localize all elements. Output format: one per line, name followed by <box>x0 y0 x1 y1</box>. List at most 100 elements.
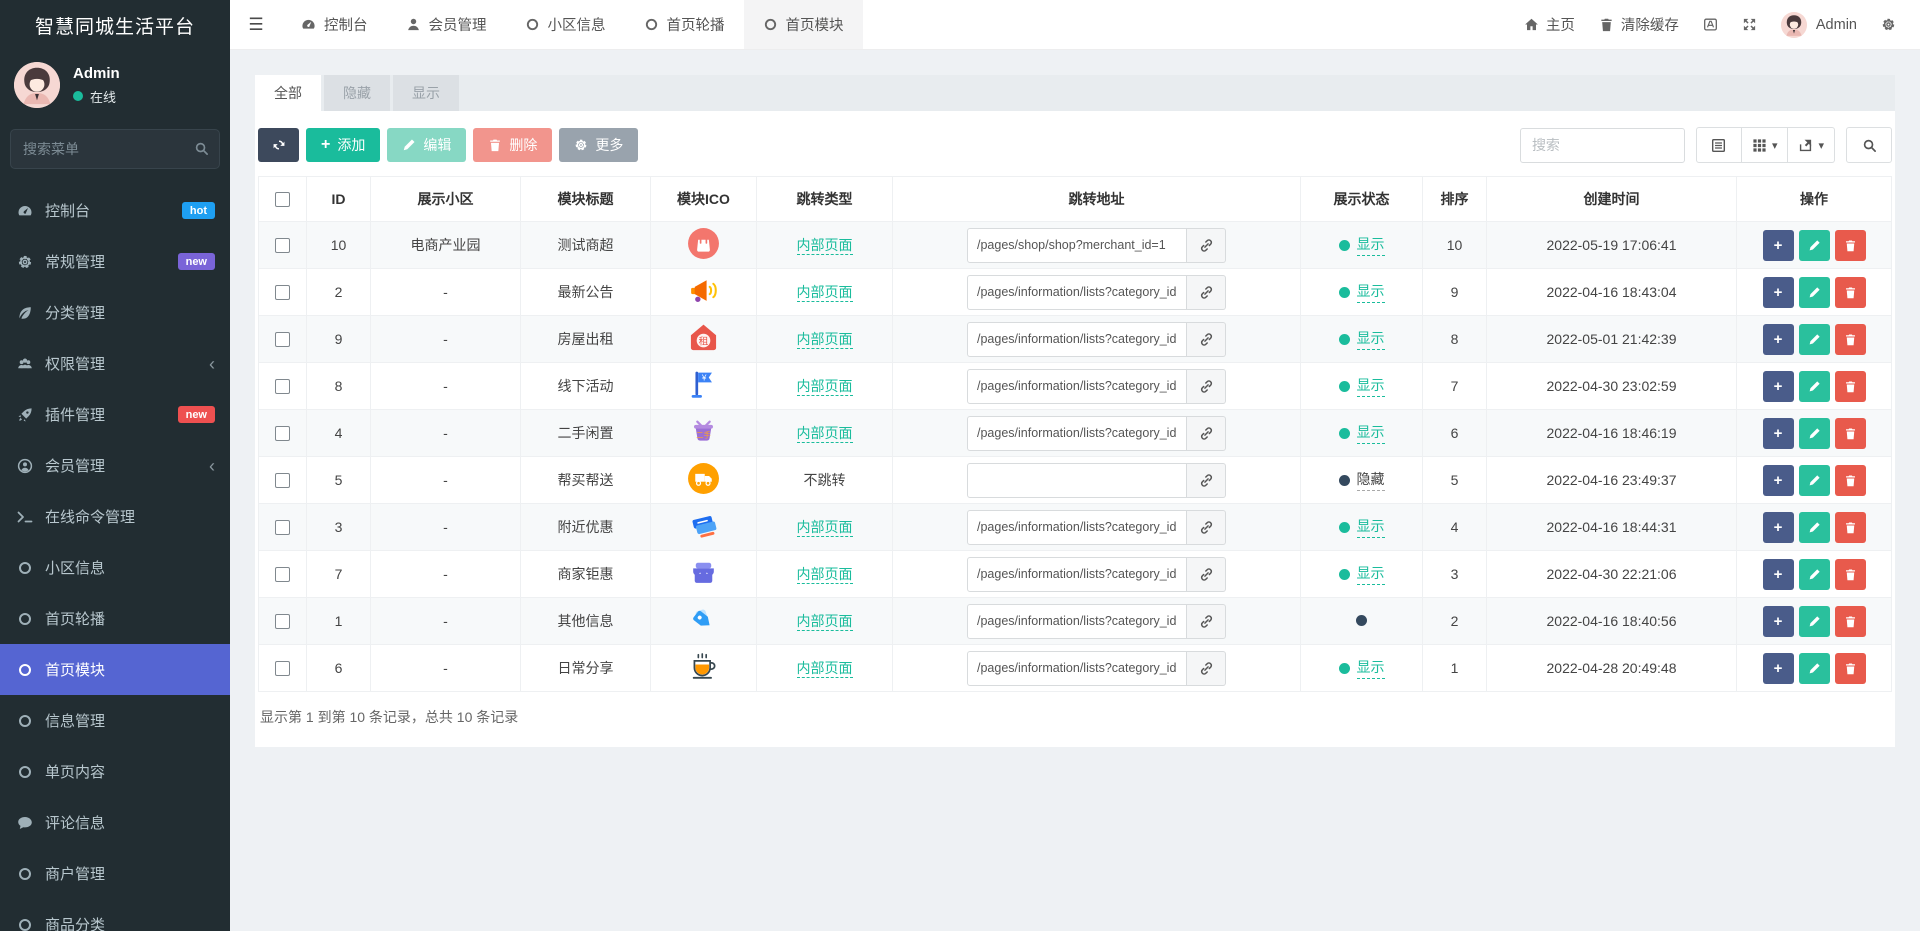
cell-jump-type[interactable]: 内部页面 <box>796 331 853 349</box>
link-button[interactable] <box>1187 368 1226 404</box>
row-add-button[interactable]: + <box>1762 229 1794 261</box>
jump-url-input[interactable] <box>967 274 1187 310</box>
fullscreen-icon[interactable] <box>1742 17 1757 32</box>
sidebar-item[interactable]: 小区信息 <box>0 542 230 593</box>
row-delete-button[interactable] <box>1834 605 1866 637</box>
topbar-tab[interactable]: 会员管理 <box>387 0 506 49</box>
filter-tab[interactable]: 全部 <box>255 75 321 111</box>
link-button[interactable] <box>1187 227 1226 263</box>
filter-tab[interactable]: 隐藏 <box>324 75 390 111</box>
cell-jump-type[interactable]: 内部页面 <box>796 613 853 631</box>
row-edit-button[interactable] <box>1798 323 1830 355</box>
clear-cache-link[interactable]: 清除缓存 <box>1599 14 1679 35</box>
jump-url-input[interactable] <box>967 321 1187 357</box>
filter-tab[interactable]: 显示 <box>393 75 459 111</box>
row-checkbox[interactable] <box>275 520 290 536</box>
status-toggle[interactable]: 显示 <box>1338 234 1385 256</box>
status-toggle[interactable]: 显示 <box>1338 516 1385 538</box>
jump-url-input[interactable] <box>967 556 1187 592</box>
link-button[interactable] <box>1187 650 1226 686</box>
row-checkbox[interactable] <box>275 614 290 630</box>
status-toggle[interactable]: 显示 <box>1338 375 1385 397</box>
row-checkbox[interactable] <box>275 332 290 348</box>
link-button[interactable] <box>1187 462 1226 498</box>
row-delete-button[interactable] <box>1834 417 1866 449</box>
cell-jump-type[interactable]: 内部页面 <box>796 566 853 584</box>
menu-search-input[interactable] <box>10 129 220 169</box>
row-add-button[interactable]: + <box>1762 370 1794 402</box>
detail-view-button[interactable] <box>1695 127 1742 163</box>
status-toggle[interactable]: 隐藏 <box>1338 469 1385 491</box>
row-delete-button[interactable] <box>1834 558 1866 590</box>
status-toggle[interactable] <box>1356 615 1367 626</box>
row-add-button[interactable]: + <box>1762 276 1794 308</box>
row-add-button[interactable]: + <box>1762 417 1794 449</box>
row-edit-button[interactable] <box>1798 417 1830 449</box>
status-toggle[interactable]: 显示 <box>1338 422 1385 444</box>
link-button[interactable] <box>1187 509 1226 545</box>
sidebar-item[interactable]: 权限管理 ‹ <box>0 338 230 389</box>
row-checkbox[interactable] <box>275 238 290 254</box>
row-checkbox[interactable] <box>275 473 290 489</box>
jump-url-input[interactable] <box>967 227 1187 263</box>
edit-button[interactable]: 编辑 <box>387 128 467 162</box>
jump-url-input[interactable] <box>967 368 1187 404</box>
refresh-button[interactable] <box>258 128 299 162</box>
topbar-tab[interactable]: 控制台 <box>282 0 387 49</box>
sidebar-item[interactable]: 分类管理 <box>0 287 230 338</box>
jump-url-input[interactable] <box>967 603 1187 639</box>
cell-jump-type[interactable]: 内部页面 <box>796 660 853 678</box>
row-delete-button[interactable] <box>1834 276 1866 308</box>
cell-jump-type[interactable]: 内部页面 <box>796 284 853 302</box>
row-checkbox[interactable] <box>275 379 290 395</box>
table-search-input[interactable] <box>1519 127 1685 163</box>
link-button[interactable] <box>1187 321 1226 357</box>
hamburger-icon[interactable]: ☰ <box>230 0 282 49</box>
row-add-button[interactable]: + <box>1762 511 1794 543</box>
row-delete-button[interactable] <box>1834 464 1866 496</box>
row-delete-button[interactable] <box>1834 323 1866 355</box>
row-add-button[interactable]: + <box>1762 605 1794 637</box>
sidebar-item[interactable]: 在线命令管理 <box>0 491 230 542</box>
sidebar-item[interactable]: 单页内容 <box>0 746 230 797</box>
row-add-button[interactable]: + <box>1762 464 1794 496</box>
row-edit-button[interactable] <box>1798 605 1830 637</box>
status-toggle[interactable]: 显示 <box>1338 563 1385 585</box>
home-link[interactable]: 主页 <box>1524 14 1575 35</box>
columns-button[interactable]: ▾ <box>1741 127 1789 163</box>
row-delete-button[interactable] <box>1834 370 1866 402</box>
row-edit-button[interactable] <box>1798 558 1830 590</box>
status-toggle[interactable]: 显示 <box>1338 657 1385 679</box>
status-toggle[interactable]: 显示 <box>1338 281 1385 303</box>
sidebar-item[interactable]: 插件管理 new <box>0 389 230 440</box>
row-delete-button[interactable] <box>1834 652 1866 684</box>
user-menu[interactable]: Admin <box>1780 11 1857 38</box>
row-edit-button[interactable] <box>1798 511 1830 543</box>
row-checkbox[interactable] <box>275 567 290 583</box>
sidebar-item[interactable]: 信息管理 <box>0 695 230 746</box>
search-submit-button[interactable] <box>1846 127 1892 163</box>
topbar-tab[interactable]: 首页模块 <box>743 0 863 49</box>
sidebar-item[interactable]: 首页模块 <box>0 644 230 695</box>
row-checkbox[interactable] <box>275 285 290 301</box>
row-edit-button[interactable] <box>1798 276 1830 308</box>
row-edit-button[interactable] <box>1798 229 1830 261</box>
cell-jump-type[interactable]: 内部页面 <box>796 378 853 396</box>
topbar-tab[interactable]: 首页轮播 <box>625 0 744 49</box>
sidebar-item[interactable]: 控制台 hot <box>0 185 230 236</box>
gear-icon[interactable] <box>1881 17 1896 32</box>
cell-jump-type[interactable]: 内部页面 <box>796 519 853 537</box>
link-button[interactable] <box>1187 274 1226 310</box>
sidebar-item[interactable]: 商户管理 <box>0 848 230 899</box>
row-checkbox[interactable] <box>275 661 290 677</box>
link-button[interactable] <box>1187 415 1226 451</box>
more-button[interactable]: 更多 <box>559 128 639 162</box>
cell-jump-type[interactable]: 内部页面 <box>796 237 853 255</box>
row-edit-button[interactable] <box>1798 370 1830 402</box>
select-all-checkbox[interactable] <box>275 192 290 208</box>
link-button[interactable] <box>1187 603 1226 639</box>
sidebar-item[interactable]: 会员管理 ‹ <box>0 440 230 491</box>
row-add-button[interactable]: + <box>1762 652 1794 684</box>
row-delete-button[interactable] <box>1834 229 1866 261</box>
sidebar-item[interactable]: 评论信息 <box>0 797 230 848</box>
